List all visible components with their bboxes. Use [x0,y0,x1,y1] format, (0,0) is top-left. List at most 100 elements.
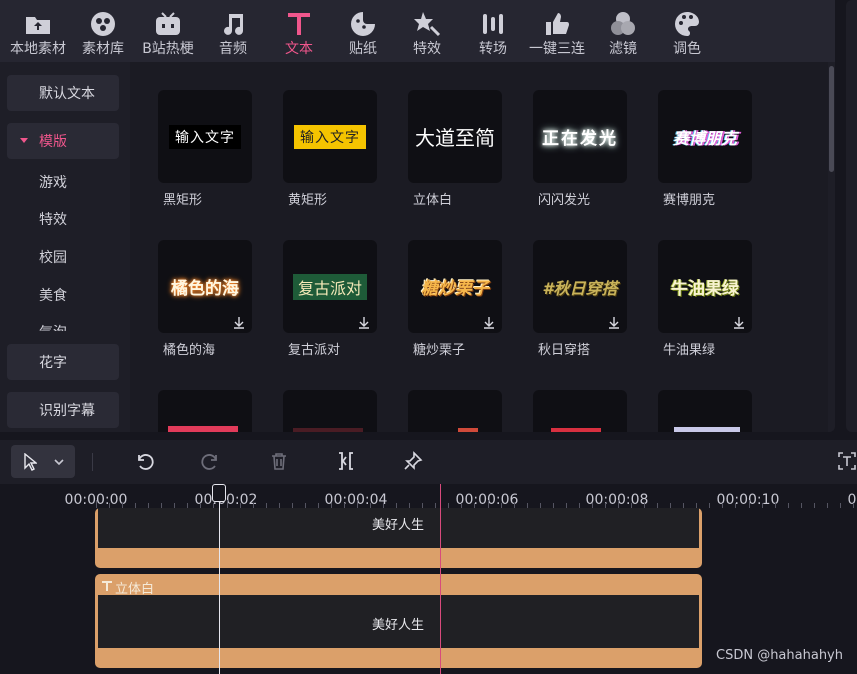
template-preview-text: 糖炒栗子 [421,279,489,299]
template-card[interactable] [283,390,377,432]
undo-icon[interactable] [133,450,155,472]
template-preview-partial [168,426,238,432]
ruler-tick [722,503,724,508]
filter-circles-icon [611,12,635,35]
tab-transitions[interactable]: 转场 [472,0,514,62]
template-preview-partial [551,428,601,432]
tab-text[interactable]: 文本 [278,0,320,62]
download-icon[interactable] [357,315,371,329]
upload-folder-icon [26,17,50,34]
sidebar-subitem-food[interactable]: 美食 [39,285,67,305]
tab-media-library[interactable]: 素材库 [76,0,130,62]
timeline-toolbar [0,440,857,484]
split-icon[interactable] [335,450,357,472]
text-clip[interactable]: 美好人生 [95,508,702,568]
download-icon[interactable] [232,315,246,329]
sidebar-subitem-bubble[interactable]: 气泡 [39,322,67,331]
template-preview-text: 大道至简 [415,126,495,150]
template-preview-text: 橘色的海 [171,279,239,299]
template-card[interactable]: 输入文字 [283,90,377,183]
template-card[interactable]: 赛博朋克 [658,90,752,183]
ruler-tick [787,503,789,508]
transition-icon [483,14,503,34]
tab-label: 调色 [673,41,701,57]
scrollbar-thumb[interactable] [829,66,834,172]
sidebar-item-label: 默认文本 [39,86,95,102]
media-library-icon [91,12,115,36]
select-tool-button[interactable] [11,445,75,478]
ruler-tick [852,503,854,508]
template-label: 牛油果绿 [663,343,716,358]
text-clip[interactable]: 立体白 美好人生 [95,574,702,668]
template-card[interactable]: 大道至简 [408,90,502,183]
download-icon[interactable] [732,315,746,329]
ruler-tick [800,503,802,508]
expand-triangle-icon [20,138,28,143]
clip-text: 美好人生 [371,618,425,633]
template-card[interactable]: 正在发光 [533,90,627,183]
template-card[interactable]: 复古派对 [283,240,377,333]
tab-label: 贴纸 [349,41,377,57]
template-preview-text: 输入文字 [169,124,241,149]
download-icon[interactable] [482,315,496,329]
tab-triple-like[interactable]: 一键三连 [526,0,588,62]
tab-bilibili-memes[interactable]: B站热梗 [138,0,198,62]
playhead-handle[interactable] [212,484,226,502]
text-template-grid: 输入文字 黑矩形 输入文字 黄矩形 大道至简 立体白 正在发光 闪闪发光 赛博朋… [130,62,828,432]
ruler-tick [839,503,841,508]
sidebar-item-recognize-subtitles[interactable]: 识别字幕 [7,392,119,428]
tab-audio[interactable]: 音频 [212,0,254,62]
template-card[interactable]: #秋日穿搭 [533,240,627,333]
library-panel: 本地素材 素材库 B站热梗 音频 文本 贴纸 特效 转场 一键三连 滤镜 调色 … [0,0,835,432]
clip-text: 美好人生 [371,518,425,533]
sidebar-subitem-effects[interactable]: 特效 [39,209,67,229]
template-card[interactable] [658,390,752,432]
clip-body: 美好人生 [98,595,699,648]
tab-effects[interactable]: 特效 [406,0,448,62]
playhead-line[interactable] [219,484,220,674]
text-frame-icon[interactable] [836,450,857,472]
download-icon[interactable] [607,315,621,329]
tab-label: 音频 [219,41,247,57]
template-card[interactable]: 橘色的海 [158,240,252,333]
delete-trash-icon[interactable] [268,450,290,472]
template-preview-text: 输入文字 [294,124,366,149]
sidebar-subitem-game[interactable]: 游戏 [39,172,67,192]
sidebar-item-default-text[interactable]: 默认文本 [7,75,119,111]
tab-label: 文本 [285,41,313,57]
time-ruler[interactable]: 00:00:00 00:00:02 00:00:04 00:00:06 00:0… [0,484,857,508]
template-preview-text: 牛油果绿 [671,279,739,299]
tab-label: 转场 [479,41,507,57]
ruler-tick [709,503,711,508]
template-card[interactable]: 牛油果绿 [658,240,752,333]
sidebar-item-label: 模版 [39,134,67,150]
ruler-ticks [0,484,857,508]
sidebar-item-fancy-text[interactable]: 花字 [7,344,119,380]
template-card[interactable]: 输入文字 [158,90,252,183]
tab-stickers[interactable]: 贴纸 [342,0,384,62]
template-card[interactable] [408,390,502,432]
text-category-sidebar: 默认文本 模版 游戏 特效 校园 美食 气泡 花字 识别字幕 [0,62,130,432]
tab-color-adjust[interactable]: 调色 [666,0,708,62]
sidebar-item-template[interactable]: 模版 [7,123,119,159]
ruler-tick [96,500,97,508]
pin-marker-icon[interactable] [402,450,424,472]
magic-star-icon [414,12,441,37]
template-card[interactable] [158,390,252,432]
template-card[interactable]: 糖炒栗子 [408,240,502,333]
template-card[interactable] [533,390,627,432]
tab-local-media[interactable]: 本地素材 [4,0,72,62]
redo-icon[interactable] [200,450,222,472]
template-preview-text: 正在发光 [542,129,618,149]
timeline-area[interactable]: 00:00:00 00:00:02 00:00:04 00:00:06 00:0… [0,484,857,674]
template-label: 糖炒栗子 [413,343,466,358]
template-label: 橘色的海 [163,343,216,358]
text-t-icon [288,13,310,35]
ruler-tick [735,503,737,508]
watermark-text: CSDN @hahahahyh [716,648,843,663]
sidebar-subitem-campus[interactable]: 校园 [39,247,67,267]
thumbs-up-icon [546,13,569,35]
grid-scrollbar[interactable] [828,62,835,432]
bilibili-tv-icon [156,12,180,35]
tab-filters[interactable]: 滤镜 [602,0,644,62]
